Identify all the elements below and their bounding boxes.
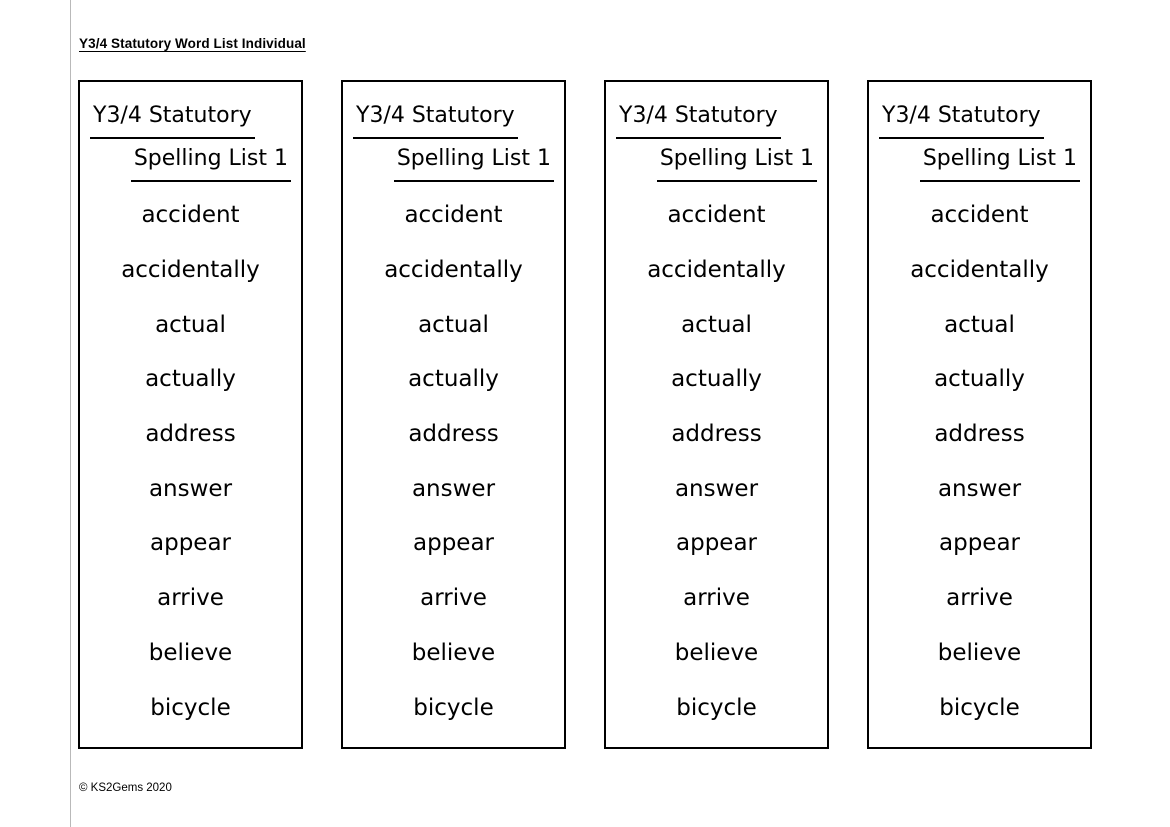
card-title-line-2: Spelling List 1 — [879, 139, 1084, 182]
spelling-word: actual — [944, 311, 1015, 338]
spelling-word: arrive — [157, 585, 224, 612]
spelling-word: actually — [408, 366, 499, 393]
footer-credit: © KS2Gems 2020 — [79, 782, 172, 794]
spelling-word: believe — [411, 639, 496, 666]
spelling-word-list: accident accidentally actual actually ad… — [612, 188, 821, 737]
spelling-word: answer — [937, 475, 1022, 502]
spelling-word: accidentally — [910, 257, 1049, 284]
card-title-line-1: Y3/4 Statutory — [616, 96, 821, 139]
page-margin-guide — [70, 0, 71, 827]
spelling-word: address — [145, 421, 236, 448]
spelling-word: arrive — [683, 585, 750, 612]
spelling-word: appear — [676, 530, 757, 557]
word-list-card: Y3/4 Statutory Spelling List 1 accident … — [867, 80, 1092, 749]
spelling-word: actually — [145, 366, 236, 393]
spelling-word: actual — [681, 311, 752, 338]
spelling-word: arrive — [946, 585, 1013, 612]
word-list-card: Y3/4 Statutory Spelling List 1 accident … — [341, 80, 566, 749]
spelling-word: believe — [937, 639, 1022, 666]
spelling-word: appear — [150, 530, 231, 557]
card-title: Y3/4 Statutory Spelling List 1 — [875, 96, 1084, 182]
spelling-word: bicycle — [939, 694, 1020, 721]
spelling-word: actual — [155, 311, 226, 338]
card-title-line-2: Spelling List 1 — [616, 139, 821, 182]
spelling-word: actual — [418, 311, 489, 338]
spelling-word: accident — [930, 202, 1029, 229]
page-title: Y3/4 Statutory Word List Individual — [79, 36, 306, 51]
card-title-line-2: Spelling List 1 — [90, 139, 295, 182]
spelling-word: accident — [404, 202, 503, 229]
spelling-word: accidentally — [384, 257, 523, 284]
spelling-word-list: accident accidentally actual actually ad… — [349, 188, 558, 737]
spelling-word: actually — [934, 366, 1025, 393]
word-list-card-row: Y3/4 Statutory Spelling List 1 accident … — [78, 80, 1092, 749]
spelling-word: answer — [148, 475, 233, 502]
card-title: Y3/4 Statutory Spelling List 1 — [612, 96, 821, 182]
spelling-word: arrive — [420, 585, 487, 612]
spelling-word-list: accident accidentally actual actually ad… — [86, 188, 295, 737]
spelling-word: actually — [671, 366, 762, 393]
spelling-word: believe — [148, 639, 233, 666]
spelling-word: accident — [667, 202, 766, 229]
card-title-line-2: Spelling List 1 — [353, 139, 558, 182]
spelling-word: believe — [674, 639, 759, 666]
card-title-line-1: Y3/4 Statutory — [90, 96, 295, 139]
spelling-word: bicycle — [413, 694, 494, 721]
card-title-line-1: Y3/4 Statutory — [353, 96, 558, 139]
spelling-word: address — [671, 421, 762, 448]
spelling-word: appear — [413, 530, 494, 557]
word-list-card: Y3/4 Statutory Spelling List 1 accident … — [604, 80, 829, 749]
spelling-word: bicycle — [676, 694, 757, 721]
spelling-word: address — [408, 421, 499, 448]
card-title: Y3/4 Statutory Spelling List 1 — [86, 96, 295, 182]
word-list-card: Y3/4 Statutory Spelling List 1 accident … — [78, 80, 303, 749]
spelling-word: address — [934, 421, 1025, 448]
spelling-word: accident — [141, 202, 240, 229]
spelling-word: answer — [674, 475, 759, 502]
spelling-word: answer — [411, 475, 496, 502]
spelling-word: accidentally — [647, 257, 786, 284]
spelling-word-list: accident accidentally actual actually ad… — [875, 188, 1084, 737]
spelling-word: bicycle — [150, 694, 231, 721]
card-title-line-1: Y3/4 Statutory — [879, 96, 1084, 139]
card-title: Y3/4 Statutory Spelling List 1 — [349, 96, 558, 182]
spelling-word: accidentally — [121, 257, 260, 284]
spelling-word: appear — [939, 530, 1020, 557]
